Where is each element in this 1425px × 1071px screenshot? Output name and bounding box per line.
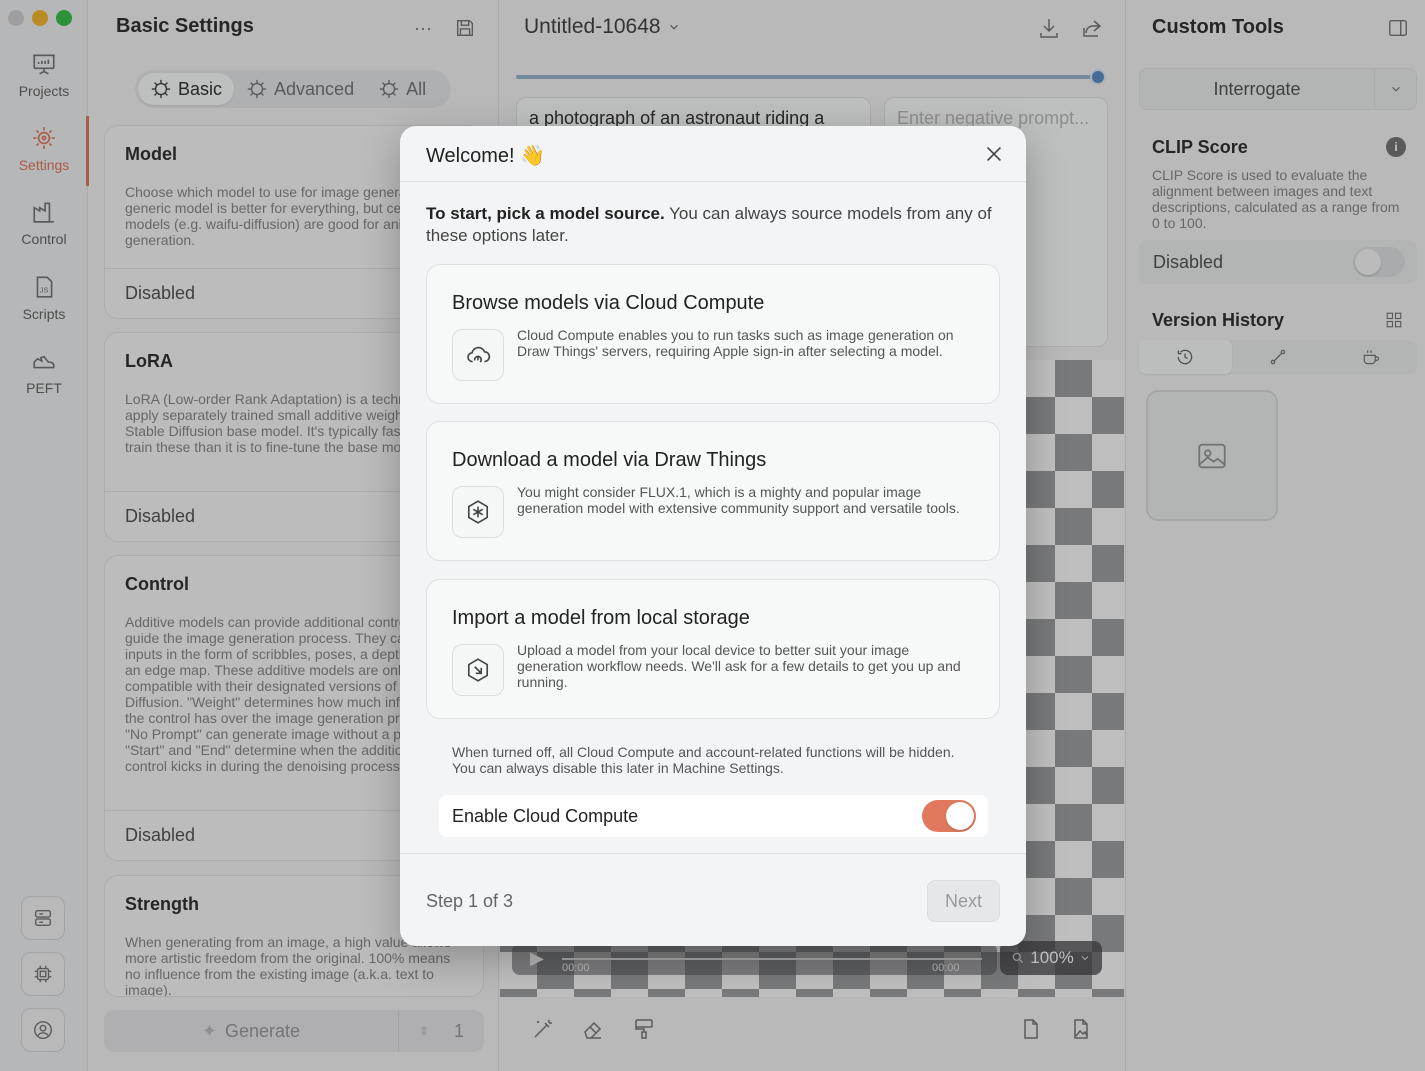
option-title: Download a model via Draw Things (452, 449, 767, 471)
cloud-compute-toggle[interactable] (922, 800, 976, 832)
cloud-compute-note: When turned off, all Cloud Compute and a… (452, 744, 955, 776)
cloud-compute-row: Enable Cloud Compute (439, 795, 988, 837)
intro-bold: To start, pick a model source. (426, 204, 665, 223)
option-description: Upload a model from your local device to… (517, 642, 961, 690)
dialog-title: Welcome! 👋 (426, 145, 546, 167)
option-icon-box (452, 486, 504, 538)
option-download-model[interactable]: Download a model via Draw Things You mig… (426, 421, 1000, 561)
asterisk-hexagon-icon (467, 500, 489, 524)
option-title: Browse models via Cloud Compute (452, 292, 765, 314)
next-button[interactable]: Next (927, 880, 1000, 922)
close-icon (986, 146, 1002, 162)
option-cloud-compute[interactable]: Browse models via Cloud Compute Cloud Co… (426, 264, 1000, 404)
import-hexagon-icon (467, 658, 489, 682)
option-description: Cloud Compute enables you to run tasks s… (517, 327, 954, 359)
option-description: You might consider FLUX.1, which is a mi… (517, 484, 960, 516)
option-title: Import a model from local storage (452, 607, 750, 629)
close-dialog-button[interactable] (980, 140, 1008, 168)
option-icon-box (452, 329, 504, 381)
cloud-icon (467, 346, 491, 363)
dialog-intro: To start, pick a model source. You can a… (426, 203, 1001, 247)
step-indicator: Step 1 of 3 (426, 891, 514, 911)
option-import-local[interactable]: Import a model from local storage Upload… (426, 579, 1000, 719)
dialog-footer: Step 1 of 3 Next (400, 853, 1026, 946)
option-icon-box (452, 644, 504, 696)
welcome-dialog: Welcome! 👋 To start, pick a model source… (400, 126, 1026, 946)
cloud-compute-label: Enable Cloud Compute (452, 806, 639, 826)
dialog-header: Welcome! 👋 (400, 126, 1026, 182)
